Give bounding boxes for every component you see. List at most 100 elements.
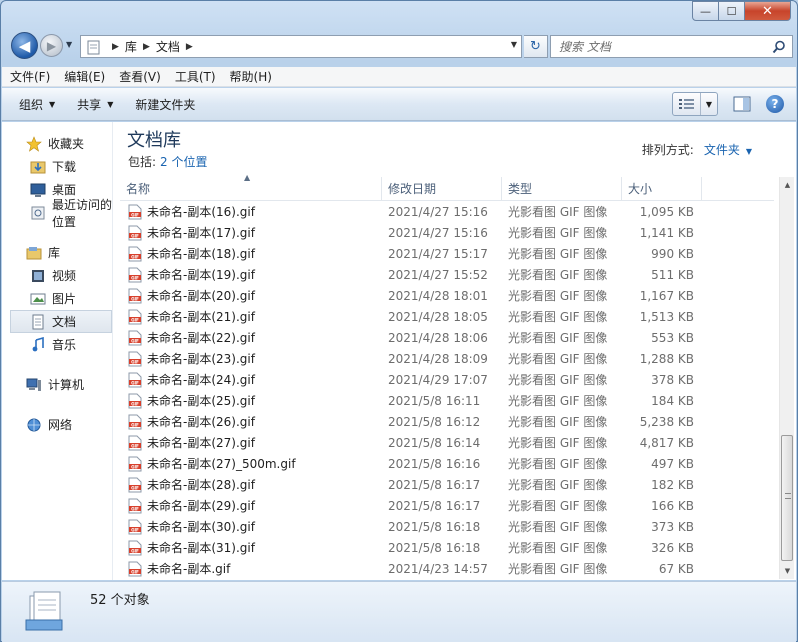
file-name-cell[interactable]: GIF 未命名-副本(19).gif (120, 266, 382, 283)
sidebar-item-downloads[interactable]: 下载 (2, 155, 112, 178)
menu-help[interactable]: 帮助(H) (230, 68, 272, 85)
file-name-cell[interactable]: GIF 未命名-副本(23).gif (120, 350, 382, 367)
file-type: 光影看图 GIF 图像 (508, 436, 608, 450)
table-row[interactable]: GIF 未命名-副本(18).gif 2021/4/27 15:17 光影看图 GIF… (120, 243, 774, 264)
scroll-thumb[interactable] (781, 435, 793, 561)
table-row[interactable]: GIF 未命名-副本(30).gif 2021/5/8 16:18 光影看图 GIF … (120, 516, 774, 537)
share-button[interactable]: 共享 ▼ (77, 96, 113, 113)
vertical-scrollbar[interactable]: ▲ ▼ (779, 177, 794, 579)
search-icon[interactable] (772, 40, 786, 54)
menu-view[interactable]: 查看(V) (119, 68, 161, 85)
scroll-up-arrow[interactable]: ▲ (780, 177, 795, 193)
back-button[interactable]: ◀ (11, 32, 38, 59)
menu-edit[interactable]: 编辑(E) (64, 68, 105, 85)
table-row[interactable]: GIF 未命名-副本(26).gif 2021/5/8 16:12 光影看图 GIF … (120, 411, 774, 432)
file-name-cell[interactable]: GIF 未命名-副本(20).gif (120, 287, 382, 304)
arrange-by-dropdown[interactable]: 文件夹 (704, 143, 740, 157)
table-row[interactable]: GIF 未命名-副本(16).gif 2021/4/27 15:16 光影看图 GIF… (120, 201, 774, 222)
file-name-cell[interactable]: GIF 未命名-副本(29).gif (120, 497, 382, 514)
table-row[interactable]: GIF 未命名-副本(17).gif 2021/4/27 15:16 光影看图 GIF… (120, 222, 774, 243)
minimize-button[interactable]: — (692, 1, 719, 21)
chevron-down-icon[interactable]: ▼ (701, 100, 717, 109)
forward-button[interactable]: ▶ (40, 34, 63, 57)
table-row[interactable]: GIF 未命名-副本(22).gif 2021/4/28 18:06 光影看图 GIF… (120, 327, 774, 348)
sidebar-item-videos[interactable]: 视频 (2, 264, 112, 287)
chevron-down-icon[interactable]: ▼ (746, 147, 752, 156)
sidebar-item-documents[interactable]: 文档 (10, 310, 112, 333)
sidebar-libraries[interactable]: 库 (2, 241, 112, 264)
file-name-cell[interactable]: GIF 未命名-副本(16).gif (120, 203, 382, 220)
scroll-down-arrow[interactable]: ▼ (780, 563, 795, 579)
recent-pages-dropdown[interactable]: ▼ (66, 40, 72, 49)
menu-file[interactable]: 文件(F) (10, 68, 50, 85)
file-name: 未命名-副本(27).gif (147, 436, 255, 450)
includes-locations-link[interactable]: 2 个位置 (160, 155, 207, 169)
sidebar-computer[interactable]: 计算机 (2, 373, 112, 396)
column-header-type[interactable]: 类型 (502, 177, 622, 200)
sidebar-favorites[interactable]: 收藏夹 (2, 132, 112, 155)
file-name-cell[interactable]: GIF 未命名-副本(18).gif (120, 245, 382, 262)
svg-text:GIF: GIF (131, 338, 139, 343)
file-name-cell[interactable]: GIF 未命名-副本(31).gif (120, 539, 382, 556)
details-view-icon[interactable] (673, 93, 701, 115)
maximize-button[interactable]: ☐ (719, 1, 745, 21)
breadcrumb-documents[interactable]: 文档 (156, 38, 180, 55)
file-name-cell[interactable]: GIF 未命名-副本(25).gif (120, 392, 382, 409)
column-header-size[interactable]: 大小 (622, 177, 702, 200)
file-name-cell[interactable]: GIF 未命名-副本(26).gif (120, 413, 382, 430)
svg-text:GIF: GIF (131, 485, 139, 490)
address-bar[interactable]: ▶ 库 ▶ 文档 ▶ ▼ (80, 35, 522, 58)
table-row[interactable]: GIF 未命名-副本.gif 2021/4/23 14:57 光影看图 GIF 图像 6… (120, 558, 774, 579)
preview-pane-button[interactable] (730, 92, 754, 116)
table-row[interactable]: GIF 未命名-副本(19).gif 2021/4/27 15:52 光影看图 GIF… (120, 264, 774, 285)
sidebar-item-pictures[interactable]: 图片 (2, 287, 112, 310)
file-name-cell[interactable]: GIF 未命名-副本(22).gif (120, 329, 382, 346)
table-row[interactable]: GIF 未命名-副本(29).gif 2021/5/8 16:17 光影看图 GIF … (120, 495, 774, 516)
gif-file-icon: GIF (128, 309, 142, 324)
file-name-cell[interactable]: GIF 未命名-副本(21).gif (120, 308, 382, 325)
breadcrumb-library[interactable]: 库 (125, 38, 137, 55)
file-name-cell[interactable]: GIF 未命名-副本(28).gif (120, 476, 382, 493)
table-row[interactable]: GIF 未命名-副本(28).gif 2021/5/8 16:17 光影看图 GIF … (120, 474, 774, 495)
file-name-cell[interactable]: GIF 未命名-副本(27)_500m.gif (120, 455, 382, 472)
file-name: 未命名-副本(21).gif (147, 310, 255, 324)
table-row[interactable]: GIF 未命名-副本(20).gif 2021/4/28 18:01 光影看图 GIF… (120, 285, 774, 306)
menu-tools[interactable]: 工具(T) (175, 68, 216, 85)
help-button[interactable]: ? (766, 95, 784, 113)
sidebar-item-recent[interactable]: 最近访问的位置 (2, 198, 112, 229)
table-row[interactable]: GIF 未命名-副本(25).gif 2021/5/8 16:11 光影看图 GIF … (120, 390, 774, 411)
table-row[interactable]: GIF 未命名-副本(27)_500m.gif 2021/5/8 16:16 光影看图… (120, 453, 774, 474)
table-row[interactable]: GIF 未命名-副本(21).gif 2021/4/28 18:05 光影看图 GIF… (120, 306, 774, 327)
file-name-cell[interactable]: GIF 未命名-副本(17).gif (120, 224, 382, 241)
svg-text:GIF: GIF (131, 212, 139, 217)
organize-button[interactable]: 组织 ▼ (19, 96, 55, 113)
column-header-date[interactable]: 修改日期 (382, 177, 502, 200)
file-date: 2021/4/27 15:16 (388, 204, 488, 219)
chevron-down-icon[interactable]: ▼ (511, 40, 517, 49)
new-folder-button[interactable]: 新建文件夹 (135, 96, 195, 113)
close-button[interactable]: ✕ (745, 1, 791, 21)
file-type: 光影看图 GIF 图像 (508, 352, 608, 366)
file-date: 2021/5/8 16:16 (388, 456, 481, 471)
table-row[interactable]: GIF 未命名-副本(24).gif 2021/4/29 17:07 光影看图 GIF… (120, 369, 774, 390)
chevron-right-icon[interactable]: ▶ (186, 42, 193, 52)
file-name-cell[interactable]: GIF 未命名-副本(24).gif (120, 371, 382, 388)
file-type: 光影看图 GIF 图像 (508, 226, 608, 240)
search-input[interactable]: 搜索 文档 (559, 38, 772, 55)
table-row[interactable]: GIF 未命名-副本(27).gif 2021/5/8 16:14 光影看图 GIF … (120, 432, 774, 453)
chevron-right-icon[interactable]: ▶ (112, 42, 119, 52)
change-view-button[interactable]: ▼ (672, 92, 718, 116)
table-row[interactable]: GIF 未命名-副本(31).gif 2021/5/8 16:18 光影看图 GIF … (120, 537, 774, 558)
arrange-by: 排列方式: 文件夹 ▼ (642, 141, 752, 158)
search-box[interactable]: 搜索 文档 (550, 35, 793, 58)
chevron-right-icon[interactable]: ▶ (143, 42, 150, 52)
file-name-cell[interactable]: GIF 未命名-副本(30).gif (120, 518, 382, 535)
sidebar-network[interactable]: 网络 (2, 413, 112, 436)
file-name-cell[interactable]: GIF 未命名-副本.gif (120, 560, 382, 577)
file-name-cell[interactable]: GIF 未命名-副本(27).gif (120, 434, 382, 451)
table-row[interactable]: GIF 未命名-副本(23).gif 2021/4/28 18:09 光影看图 GIF… (120, 348, 774, 369)
sidebar-item-music[interactable]: 音乐 (2, 333, 112, 356)
column-header-name[interactable]: 名称 (120, 177, 382, 200)
refresh-button[interactable]: ↻ (524, 35, 548, 58)
file-list-pane: 文档库 包括: 2 个位置 排列方式: 文件夹 ▼ ▲ 名称 修改日期 类型 大小 G… (114, 122, 796, 580)
